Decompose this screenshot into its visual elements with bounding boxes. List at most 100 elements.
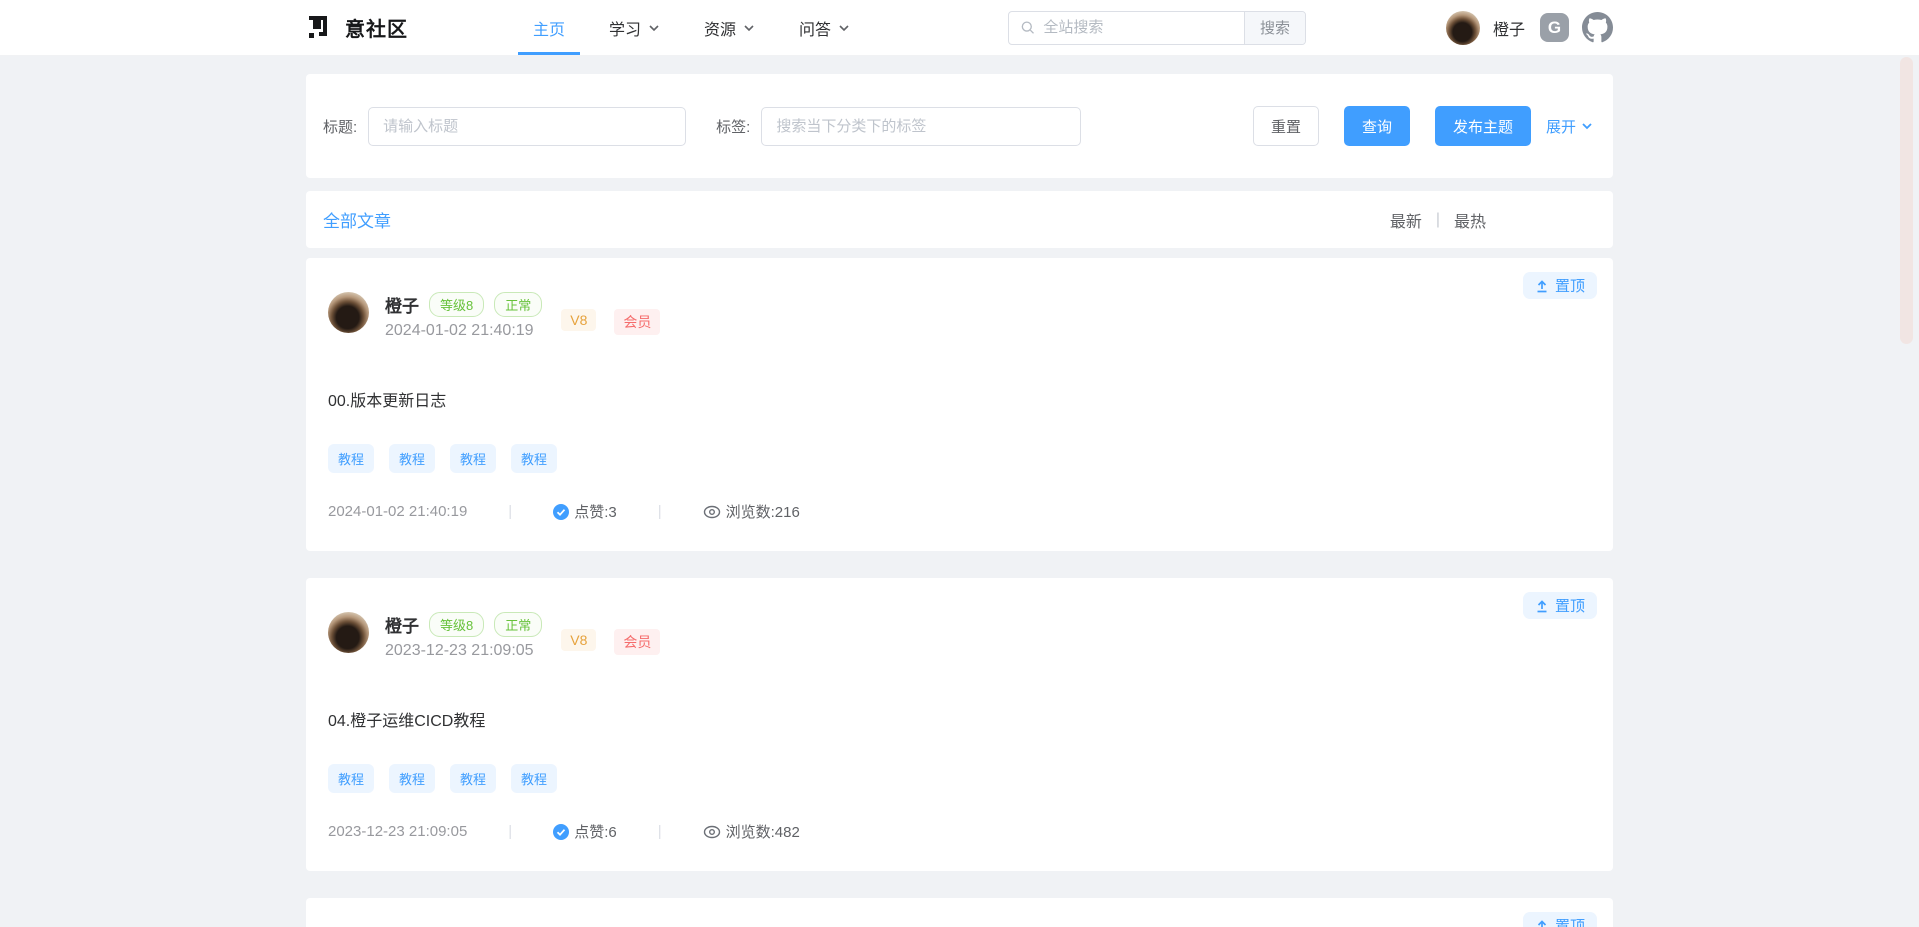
footer-divider: | bbox=[658, 823, 662, 840]
post-card: 置顶 橙子 等级8 正常 2024-01-02 21:40:19 V8 会员 0… bbox=[306, 258, 1613, 551]
vip-badge: V8 bbox=[561, 309, 596, 331]
query-button[interactable]: 查询 bbox=[1344, 106, 1410, 146]
status-badge: 正常 bbox=[494, 612, 542, 637]
author-name[interactable]: 橙子 bbox=[385, 612, 419, 637]
search-button[interactable]: 搜索 bbox=[1244, 12, 1305, 44]
eye-icon bbox=[703, 505, 721, 519]
post-list: 置顶 橙子 等级8 正常 2024-01-02 21:40:19 V8 会员 0… bbox=[306, 258, 1613, 927]
github-icon[interactable] bbox=[1582, 12, 1613, 43]
post-title[interactable]: 04.橙子运维CICD教程 bbox=[328, 707, 485, 731]
sort-hottest[interactable]: 最热 bbox=[1454, 208, 1486, 232]
post-header: 橙子 等级8 正常 2024-01-02 21:40:19 V8 会员 bbox=[328, 292, 1593, 340]
nav-item-resources[interactable]: 资源 bbox=[682, 0, 777, 55]
likes-stat: 点赞:6 bbox=[553, 821, 617, 842]
post-tags: 教程教程教程教程 bbox=[328, 444, 1593, 473]
tab-all-articles[interactable]: 全部文章 bbox=[323, 207, 391, 232]
author-name[interactable]: 橙子 bbox=[385, 292, 419, 317]
nav-item-home[interactable]: 主页 bbox=[511, 0, 587, 55]
nav-menu: 主页 学习 资源 问答 bbox=[511, 0, 872, 55]
avatar[interactable] bbox=[328, 292, 369, 333]
post-card: 置顶 橙子 等级8 正常 2023-12-23 21:09:05 V8 会员 0… bbox=[306, 578, 1613, 871]
post-tag[interactable]: 教程 bbox=[328, 444, 374, 473]
member-badge: 会员 bbox=[614, 629, 660, 655]
post-footer: 2023-12-23 21:09:05 | 点赞:6 | 浏览数:482 bbox=[328, 821, 1593, 842]
like-check-icon bbox=[553, 504, 569, 520]
footer-timestamp: 2024-01-02 21:40:19 bbox=[328, 503, 467, 520]
like-check-icon bbox=[553, 824, 569, 840]
vip-badge: V8 bbox=[561, 629, 596, 651]
tag-filter-label: 标签: bbox=[716, 116, 750, 137]
title-filter-label: 标题: bbox=[323, 116, 357, 137]
pin-to-top-button[interactable]: 置顶 bbox=[1523, 912, 1597, 927]
chevron-down-icon bbox=[648, 22, 660, 34]
site-search: 搜索 bbox=[1008, 11, 1306, 45]
post-title[interactable]: 00.版本更新日志 bbox=[328, 387, 446, 411]
user-area: 橙子 G bbox=[1446, 11, 1613, 45]
post-tag[interactable]: 教程 bbox=[389, 764, 435, 793]
membership-tags: V8 会员 bbox=[561, 629, 660, 655]
brand[interactable]: 意社区 bbox=[306, 13, 408, 42]
search-field[interactable] bbox=[1009, 12, 1244, 44]
eye-icon bbox=[703, 825, 721, 839]
nav-item-label: 主页 bbox=[533, 16, 565, 40]
navbar: 意社区 主页 学习 资源 问答 bbox=[0, 0, 1919, 56]
pin-label: 置顶 bbox=[1555, 275, 1585, 296]
search-icon bbox=[1021, 20, 1034, 35]
post-tag[interactable]: 教程 bbox=[450, 764, 496, 793]
title-filter-group: 标题: bbox=[323, 107, 686, 146]
expand-toggle[interactable]: 展开 bbox=[1546, 116, 1593, 137]
brand-logo-icon bbox=[306, 15, 332, 41]
post-tag[interactable]: 教程 bbox=[389, 444, 435, 473]
footer-divider: | bbox=[508, 503, 512, 520]
likes-stat: 点赞:3 bbox=[553, 501, 617, 522]
reset-button[interactable]: 重置 bbox=[1253, 106, 1319, 146]
nav-item-qa[interactable]: 问答 bbox=[777, 0, 872, 55]
created-timestamp: 2023-12-23 21:09:05 bbox=[385, 642, 542, 660]
footer-timestamp: 2023-12-23 21:09:05 bbox=[328, 823, 467, 840]
pin-top-icon bbox=[1535, 919, 1549, 927]
user-name: 橙子 bbox=[1493, 16, 1525, 40]
post-footer: 2024-01-02 21:40:19 | 点赞:3 | 浏览数:216 bbox=[328, 501, 1593, 522]
filter-actions: 重置 查询 发布主题 展开 bbox=[1253, 106, 1593, 146]
post-tag[interactable]: 教程 bbox=[511, 764, 557, 793]
likes-label: 点赞:6 bbox=[574, 821, 617, 842]
author-info: 橙子 等级8 正常 2023-12-23 21:09:05 bbox=[385, 612, 542, 660]
sort-newest[interactable]: 最新 bbox=[1390, 208, 1422, 232]
post-tag[interactable]: 教程 bbox=[511, 444, 557, 473]
pin-to-top-button[interactable]: 置顶 bbox=[1523, 272, 1597, 299]
gitee-icon[interactable]: G bbox=[1540, 13, 1569, 42]
views-label: 浏览数:482 bbox=[726, 821, 800, 842]
chevron-down-icon bbox=[838, 22, 850, 34]
pin-label: 置顶 bbox=[1555, 595, 1585, 616]
footer-divider: | bbox=[508, 823, 512, 840]
scrollbar-thumb[interactable] bbox=[1900, 57, 1913, 344]
nav-item-label: 问答 bbox=[799, 16, 831, 40]
avatar[interactable] bbox=[1446, 11, 1480, 45]
created-timestamp: 2024-01-02 21:40:19 bbox=[385, 322, 542, 340]
avatar[interactable] bbox=[328, 612, 369, 653]
sort-separator: | bbox=[1436, 211, 1440, 229]
pin-top-icon bbox=[1535, 599, 1549, 613]
nav-item-label: 资源 bbox=[704, 16, 736, 40]
pin-top-icon bbox=[1535, 279, 1549, 293]
list-header: 全部文章 最新 | 最热 bbox=[306, 191, 1613, 248]
member-badge: 会员 bbox=[614, 309, 660, 335]
level-badge: 等级8 bbox=[429, 292, 484, 317]
post-header: 橙子 等级8 正常 2023-12-23 21:09:05 V8 会员 bbox=[328, 612, 1593, 660]
publish-topic-button[interactable]: 发布主题 bbox=[1435, 106, 1531, 146]
post-tag[interactable]: 教程 bbox=[328, 764, 374, 793]
title-filter-input[interactable] bbox=[368, 107, 686, 146]
pin-to-top-button[interactable]: 置顶 bbox=[1523, 592, 1597, 619]
views-label: 浏览数:216 bbox=[726, 501, 800, 522]
tag-filter-input[interactable] bbox=[761, 107, 1081, 146]
level-badge: 等级8 bbox=[429, 612, 484, 637]
search-input[interactable] bbox=[1043, 19, 1232, 36]
tag-filter-group: 标签: bbox=[716, 107, 1081, 146]
author-info: 橙子 等级8 正常 2024-01-02 21:40:19 bbox=[385, 292, 542, 340]
status-badge: 正常 bbox=[494, 292, 542, 317]
chevron-down-icon bbox=[743, 22, 755, 34]
post-tag[interactable]: 教程 bbox=[450, 444, 496, 473]
nav-item-learn[interactable]: 学习 bbox=[587, 0, 682, 55]
membership-tags: V8 会员 bbox=[561, 309, 660, 335]
sort-group: 最新 | 最热 bbox=[1390, 208, 1486, 232]
